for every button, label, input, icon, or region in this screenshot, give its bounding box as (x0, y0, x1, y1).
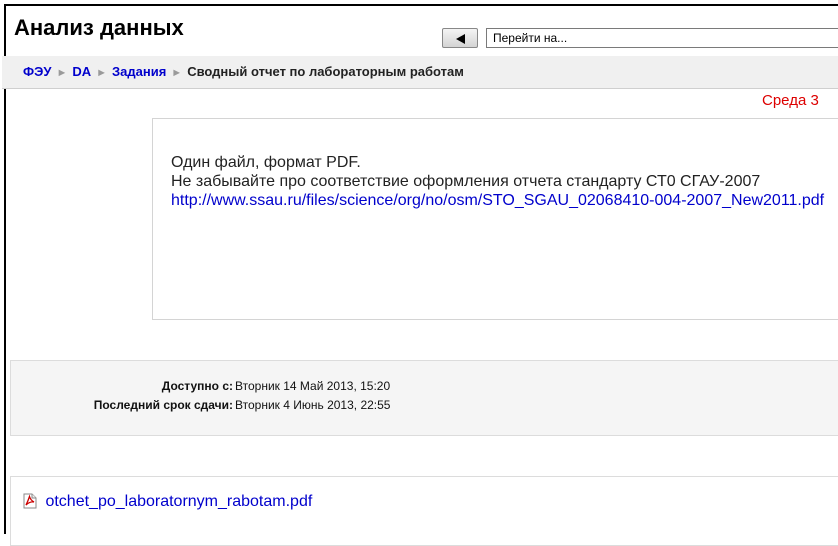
due-date-row: Последний срок сдачи: Вторник 4 Июнь 201… (11, 396, 391, 415)
nav-back-button[interactable] (442, 28, 478, 48)
available-from-label: Доступно с: (161, 379, 233, 393)
breadcrumb-link-feu[interactable]: ФЭУ (23, 64, 51, 79)
breadcrumb-separator-icon: ► (96, 67, 107, 79)
attachment-row: otchet_po_laboratornym_rabotam.pdf (22, 493, 312, 511)
available-from-value: Вторник 14 Май 2013, 15:20 (235, 379, 391, 393)
due-date-label: Последний срок сдачи: (93, 398, 233, 412)
pdf-icon (23, 493, 37, 509)
description-line-2: Не забывайте про соответствие оформления… (171, 173, 761, 190)
breadcrumb-separator-icon: ► (56, 67, 68, 79)
arrow-left-icon (456, 34, 465, 44)
attachment-link[interactable]: otchet_po_laboratornym_rabotam.pdf (45, 493, 312, 510)
attachment-box: otchet_po_laboratornym_rabotam.pdf (10, 476, 838, 546)
jump-to-select[interactable]: Перейти на... (486, 28, 838, 48)
breadcrumb-current: Сводный отчет по лабораторным работам (187, 64, 464, 79)
breadcrumb-link-da[interactable]: DA (72, 64, 91, 79)
breadcrumb: ФЭУ ► DA ► Задания ► Сводный отчет по лаборато… (2, 56, 838, 89)
assignment-description-box: Один файл, формат PDF. Не забывайте про … (152, 118, 838, 320)
assignment-description: Один файл, формат PDF. Не забывайте про … (171, 153, 831, 210)
description-line-1: Один файл, формат PDF. (171, 154, 361, 171)
page-title: Анализ данных (14, 15, 184, 40)
available-from-row: Доступно с: Вторник 14 Май 2013, 15:20 (11, 377, 390, 396)
breadcrumb-separator-icon: ► (171, 67, 183, 79)
standard-document-link[interactable]: http://www.ssau.ru/files/science/org/no/… (171, 192, 824, 209)
current-date: Среда 3 (762, 92, 819, 109)
dates-table: Доступно с: Вторник 14 Май 2013, 15:20 П… (11, 377, 391, 415)
due-date-value: Вторник 4 Июнь 2013, 22:55 (235, 398, 391, 412)
breadcrumb-link-assignments[interactable]: Задания (112, 64, 166, 79)
dates-box: Доступно с: Вторник 14 Май 2013, 15:20 П… (10, 360, 838, 436)
